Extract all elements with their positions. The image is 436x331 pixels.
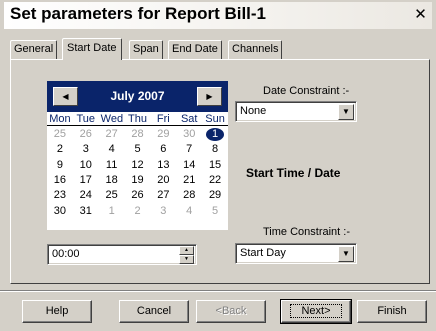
calendar-day[interactable]: 3 xyxy=(75,142,97,156)
triangle-left-icon: ◀ xyxy=(62,92,69,101)
calendar-day[interactable]: 2 xyxy=(127,204,149,218)
start-date-panel: ◀ July 2007 ▶ Mon Tue Wed Thu Fri Sat Sun 25 26… xyxy=(10,59,430,284)
date-constraint-label: Date Constraint :- xyxy=(263,85,350,97)
calendar-day[interactable]: 30 xyxy=(178,127,200,141)
calendar-day[interactable]: 9 xyxy=(49,158,71,172)
calendar-day[interactable]: 27 xyxy=(101,127,123,141)
tab-span[interactable]: Span xyxy=(129,40,163,59)
weekday-header-row: Mon Tue Wed Thu Fri Sat Sun xyxy=(47,113,228,126)
calendar-day[interactable]: 26 xyxy=(127,188,149,202)
weekday-label: Sun xyxy=(205,113,225,125)
calendar-day[interactable]: 21 xyxy=(178,173,200,187)
calendar-day[interactable]: 22 xyxy=(204,173,226,187)
calendar-day[interactable]: 25 xyxy=(101,188,123,202)
spin-down-icon[interactable]: ▼ xyxy=(179,255,194,264)
calendar-day[interactable]: 16 xyxy=(49,173,71,187)
tab-general[interactable]: General xyxy=(10,40,58,59)
time-constraint-label: Time Constraint :- xyxy=(263,226,351,238)
calendar-day[interactable]: 2 xyxy=(49,142,71,156)
time-constraint-select[interactable]: Start Day ▼ xyxy=(235,243,357,264)
calendar-day[interactable]: 15 xyxy=(204,158,226,172)
calendar-day[interactable]: 3 xyxy=(152,204,174,218)
title-bar: Set parameters for Report Bill-1 ✕ xyxy=(4,2,432,29)
calendar-day[interactable]: 23 xyxy=(49,188,71,202)
chevron-down-icon[interactable]: ▼ xyxy=(338,104,354,120)
calendar-day[interactable]: 1 xyxy=(101,204,123,218)
selected-day[interactable]: 1 xyxy=(204,127,226,141)
close-icon[interactable]: ✕ xyxy=(411,5,430,24)
calendar-day[interactable]: 29 xyxy=(204,188,226,202)
weekday-label: Sat xyxy=(180,113,198,125)
calendar-day[interactable]: 29 xyxy=(152,127,174,141)
calendar-day[interactable]: 30 xyxy=(49,204,71,218)
weekday-label: Tue xyxy=(76,113,96,125)
calendar-day[interactable]: 13 xyxy=(152,158,174,172)
calendar-day[interactable]: 6 xyxy=(152,142,174,156)
weekday-label: Wed xyxy=(100,113,124,125)
date-constraint-select[interactable]: None ▼ xyxy=(235,101,357,122)
weekday-label: Fri xyxy=(156,113,170,125)
help-button[interactable]: Help xyxy=(22,300,92,323)
calendar-day[interactable]: 5 xyxy=(127,142,149,156)
calendar-day[interactable]: 11 xyxy=(101,158,123,172)
report-parameters-dialog: Set parameters for Report Bill-1 ✕ Gener… xyxy=(0,0,436,331)
weekday-label: Mon xyxy=(49,113,71,125)
calendar-day[interactable]: 17 xyxy=(75,173,97,187)
finish-button[interactable]: Finish xyxy=(357,300,427,323)
triangle-right-icon: ▶ xyxy=(206,92,213,101)
tab-strip: General Start Date Span End Date Channel… xyxy=(10,38,430,60)
calendar-day[interactable]: 8 xyxy=(204,142,226,156)
calendar-day[interactable]: 10 xyxy=(75,158,97,172)
month-calendar: ◀ July 2007 ▶ Mon Tue Wed Thu Fri Sat Sun 25 26… xyxy=(47,81,228,230)
calendar-day[interactable]: 26 xyxy=(75,127,97,141)
calendar-grid: Mon Tue Wed Thu Fri Sat Sun 25 26 27 28 29 30 1 2 3 4 5 6… xyxy=(47,113,228,217)
next-button-label: Next> xyxy=(290,304,342,318)
calendar-day[interactable]: 4 xyxy=(178,204,200,218)
tab-end-date[interactable]: End Date xyxy=(168,40,222,59)
calendar-day[interactable]: 28 xyxy=(178,188,200,202)
next-month-button[interactable]: ▶ xyxy=(197,87,222,106)
time-spin-input[interactable]: 00:00 ▲ ▼ xyxy=(47,244,197,265)
time-constraint-value: Start Day xyxy=(240,247,286,259)
calendar-day[interactable]: 20 xyxy=(152,173,174,187)
footer-separator xyxy=(0,290,436,292)
next-button[interactable]: Next> xyxy=(280,299,352,324)
calendar-day[interactable]: 4 xyxy=(101,142,123,156)
calendar-day[interactable]: 7 xyxy=(178,142,200,156)
calendar-header: ◀ July 2007 ▶ xyxy=(47,81,228,112)
calendar-day[interactable]: 14 xyxy=(178,158,200,172)
calendar-day[interactable]: 28 xyxy=(127,127,149,141)
calendar-month-label: July 2007 xyxy=(110,89,165,103)
tab-channels[interactable]: Channels xyxy=(228,40,283,59)
calendar-day[interactable]: 25 xyxy=(49,127,71,141)
date-constraint-value: None xyxy=(240,105,267,117)
cancel-button[interactable]: Cancel xyxy=(119,300,189,323)
chevron-down-icon[interactable]: ▼ xyxy=(338,246,354,262)
time-value[interactable]: 00:00 xyxy=(52,248,80,260)
calendar-day[interactable]: 19 xyxy=(127,173,149,187)
calendar-day[interactable]: 18 xyxy=(101,173,123,187)
calendar-day[interactable]: 12 xyxy=(127,158,149,172)
window-title: Set parameters for Report Bill-1 xyxy=(10,4,267,23)
previous-month-button[interactable]: ◀ xyxy=(53,87,78,106)
calendar-day[interactable]: 27 xyxy=(152,188,174,202)
tab-start-date[interactable]: Start Date xyxy=(62,38,122,60)
weekday-label: Thu xyxy=(128,113,147,125)
calendar-day[interactable]: 5 xyxy=(204,204,226,218)
back-button[interactable]: <Back xyxy=(196,300,266,323)
calendar-day[interactable]: 24 xyxy=(75,188,97,202)
calendar-day[interactable]: 31 xyxy=(75,204,97,218)
spin-up-icon[interactable]: ▲ xyxy=(179,246,194,255)
start-time-date-heading: Start Time / Date xyxy=(246,166,341,180)
